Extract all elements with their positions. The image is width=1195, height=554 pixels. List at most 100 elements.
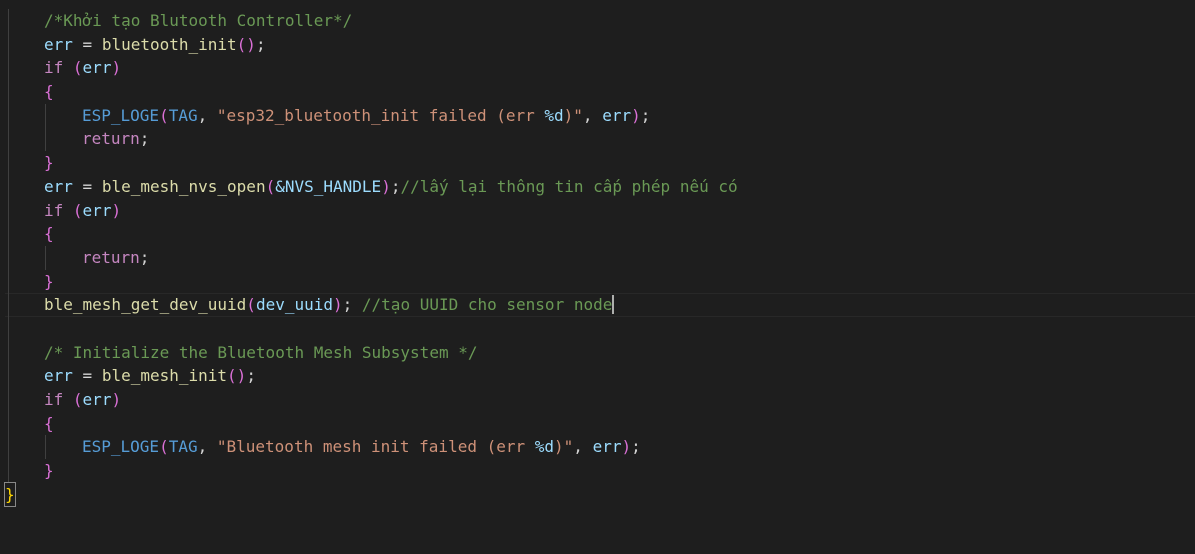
comment: /*Khởi tạo Blutooth Controller*/: [44, 11, 353, 30]
indent-guide: [8, 127, 9, 152]
code-line[interactable]: }: [0, 481, 1195, 508]
string-literal: "Bluetooth mesh init failed (err: [216, 437, 535, 457]
code-line[interactable]: if (err): [0, 198, 1195, 223]
identifier: err: [82, 390, 112, 409]
line-content: err = bluetooth_init();: [44, 33, 266, 57]
indent-guide: [8, 364, 9, 388]
line-content: ESP_LOGE(TAG, "Bluetooth mesh init faile…: [82, 437, 641, 457]
identifier: err: [592, 437, 622, 457]
keyword: if: [44, 58, 64, 78]
code-line[interactable]: err = bluetooth_init();: [0, 32, 1195, 57]
comment: //tạo UUID cho sensor node: [361, 295, 613, 315]
brace: {: [44, 413, 54, 433]
code-line[interactable]: /* Initialize the Bluetooth Mesh Subsyst…: [0, 340, 1195, 365]
indent-guide: [8, 9, 9, 33]
indent-guide: [8, 316, 9, 341]
identifier: err: [44, 34, 73, 54]
line-content: return;: [82, 129, 150, 149]
line-content: {: [44, 412, 54, 436]
identifier: dev_uuid: [255, 295, 333, 315]
code-line[interactable]: {: [0, 80, 1195, 104]
keyword: if: [44, 390, 64, 409]
brace: }: [44, 153, 54, 173]
punct: (: [159, 105, 169, 125]
code-line[interactable]: ESP_LOGE(TAG, "esp32_bluetooth_init fail…: [0, 103, 1195, 128]
indent-guide: [8, 269, 9, 294]
punct: (): [236, 34, 256, 54]
line-content: }: [44, 151, 54, 175]
string-literal: "esp32_bluetooth_init failed (err: [216, 105, 545, 125]
macro-name: ESP_LOGE: [82, 105, 160, 125]
indent-guide: [8, 388, 9, 412]
indent-guide: [8, 411, 9, 436]
indent-guide: [8, 340, 9, 365]
indent-guide: [8, 222, 9, 246]
string-literal: )": [554, 437, 574, 457]
code-line[interactable]: {: [0, 411, 1195, 436]
line-content: {: [44, 80, 54, 104]
line-content: if (err): [44, 200, 122, 220]
identifier: TAG: [168, 105, 198, 125]
indent-guide: [45, 435, 46, 460]
identifier: err: [82, 200, 112, 220]
indent-guide: [8, 80, 9, 104]
brace: {: [44, 224, 54, 244]
punct: ): [631, 105, 641, 125]
matched-brace: }: [4, 481, 16, 508]
comment: /* Initialize the Bluetooth Mesh Subsyst…: [44, 342, 478, 362]
function-name: ble_mesh_nvs_open: [101, 176, 266, 196]
function-name: ble_mesh_init: [101, 366, 228, 386]
code-line[interactable]: ESP_LOGE(TAG, "Bluetooth mesh init faile…: [0, 435, 1195, 460]
brace: }: [44, 271, 54, 291]
code-line-current[interactable]: ble_mesh_get_dev_uuid(dev_uuid); //tạo U…: [0, 293, 1195, 317]
indent-guide: [8, 459, 9, 483]
text-cursor: [612, 295, 614, 315]
line-content: /* Initialize the Bluetooth Mesh Subsyst…: [44, 341, 477, 365]
identifier: err: [44, 176, 73, 196]
code-line[interactable]: {: [0, 222, 1195, 246]
format-specifier: %d: [534, 437, 555, 457]
code-line[interactable]: }: [0, 151, 1195, 175]
keyword: if: [44, 200, 64, 220]
code-line[interactable]: }: [0, 459, 1195, 483]
code-line[interactable]: if (err): [0, 56, 1195, 81]
line-content: err = ble_mesh_init();: [44, 366, 256, 386]
code-editor[interactable]: /*Khởi tạo Blutooth Controller*/ err = b…: [0, 9, 1195, 524]
comment: //lấy lại thông tin cấp phép nếu có: [400, 176, 738, 196]
indent-guide: [8, 151, 9, 175]
punct: ): [111, 58, 122, 78]
function-name: ble_mesh_get_dev_uuid: [44, 295, 247, 315]
indent-guide: [45, 103, 46, 128]
brace: }: [44, 461, 54, 481]
operator: =: [72, 34, 102, 54]
line-content: return;: [82, 247, 150, 267]
identifier: TAG: [168, 437, 198, 457]
format-specifier: %d: [544, 105, 564, 125]
line-content: }: [44, 270, 54, 294]
punct: ): [381, 176, 391, 196]
line-content: if (err): [44, 390, 122, 409]
code-line[interactable]: [0, 316, 1195, 341]
line-content: {: [44, 222, 54, 246]
line-content: /*Khởi tạo Blutooth Controller*/: [44, 9, 352, 33]
brace: {: [44, 82, 54, 102]
identifier: err: [44, 366, 73, 386]
indent-guide: [8, 103, 9, 128]
macro-name: ESP_LOGE: [82, 437, 160, 457]
code-line[interactable]: err = ble_mesh_init();: [0, 364, 1195, 388]
code-line[interactable]: if (err): [0, 388, 1195, 412]
keyword: return: [82, 129, 140, 149]
indent-guide: [8, 198, 9, 223]
line-content: }: [4, 481, 16, 508]
code-line[interactable]: }: [0, 269, 1195, 294]
code-line[interactable]: return;: [0, 245, 1195, 270]
indent-guide: [8, 245, 9, 270]
line-content: ble_mesh_get_dev_uuid(dev_uuid); //tạo U…: [44, 295, 614, 315]
indent-guide: [8, 56, 9, 81]
string-literal: )": [563, 105, 583, 125]
code-line[interactable]: err = ble_mesh_nvs_open(&NVS_HANDLE);//l…: [0, 174, 1195, 199]
indent-guide: [8, 174, 9, 199]
code-line[interactable]: return;: [0, 127, 1195, 152]
code-line[interactable]: /*Khởi tạo Blutooth Controller*/: [0, 9, 1195, 33]
keyword: return: [82, 247, 140, 267]
